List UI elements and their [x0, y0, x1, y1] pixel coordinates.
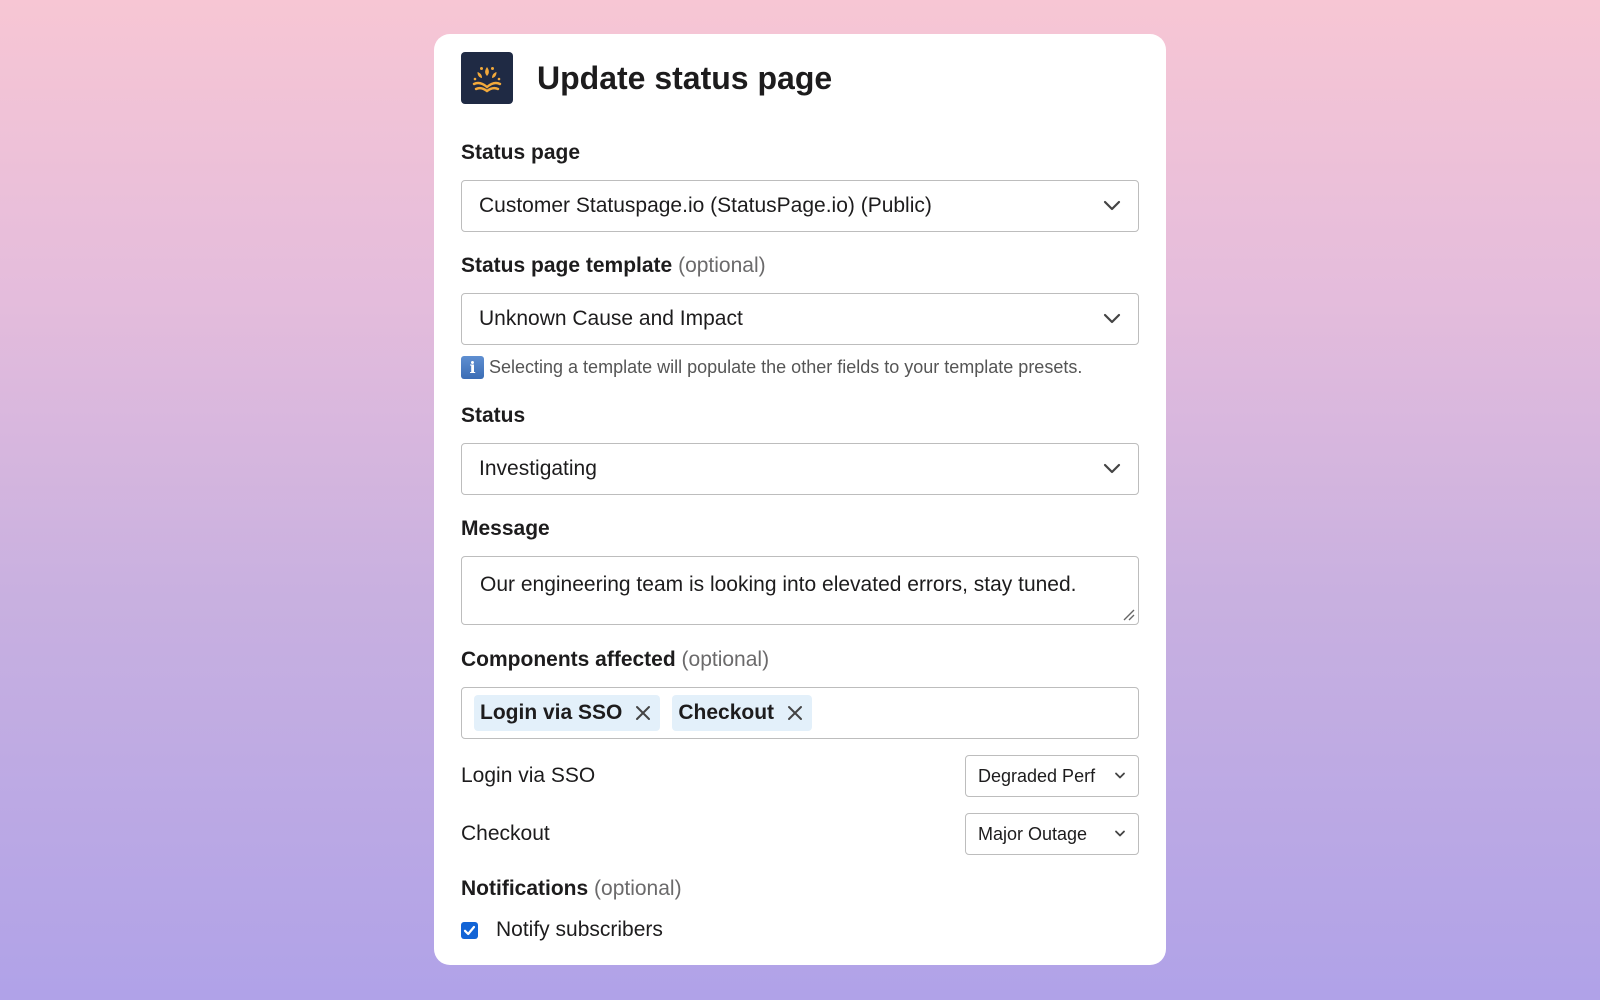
chevron-down-icon	[1115, 830, 1125, 837]
message-label-text: Message	[461, 517, 550, 540]
status-select-value: Investigating	[479, 457, 597, 480]
component-status-select[interactable]: Degraded Perf	[965, 755, 1139, 797]
chevron-down-icon	[1103, 200, 1121, 211]
info-icon: i	[461, 356, 484, 379]
checkmark-icon	[463, 925, 476, 935]
resize-grip-icon[interactable]	[1121, 607, 1135, 621]
chevron-down-icon	[1115, 772, 1125, 779]
status-page-select-value: Customer Statuspage.io (StatusPage.io) (…	[479, 194, 932, 217]
notifications-optional-tag: (optional)	[594, 877, 682, 900]
status-page-label: Status page	[461, 140, 1139, 166]
components-label: Components affected (optional)	[461, 647, 1139, 673]
component-chip-login-sso: Login via SSO	[474, 695, 661, 731]
status-label-text: Status	[461, 404, 526, 427]
chip-label: Login via SSO	[480, 701, 623, 724]
message-text: Our engineering team is looking into ele…	[480, 573, 1077, 596]
notifications-label-text: Notifications	[461, 877, 589, 900]
template-hint: i Selecting a template will populate the…	[461, 356, 1139, 379]
template-select-value: Unknown Cause and Impact	[479, 307, 743, 330]
component-row-checkout: Checkout Major Outage	[461, 813, 1139, 855]
message-label: Message	[461, 516, 1139, 542]
status-page-label-text: Status page	[461, 141, 581, 164]
status-page-select[interactable]: Customer Statuspage.io (StatusPage.io) (…	[461, 180, 1139, 232]
message-textarea[interactable]: Our engineering team is looking into ele…	[461, 556, 1139, 625]
component-status-value: Degraded Perf	[978, 765, 1096, 786]
component-row-login-sso: Login via SSO Degraded Perf	[461, 755, 1139, 797]
notify-subscribers-label: Notify subscribers	[496, 918, 663, 941]
components-optional-tag: (optional)	[681, 648, 770, 671]
component-status-value: Major Outage	[978, 823, 1088, 844]
statuspage-logo-icon	[461, 52, 513, 104]
modal-header: Update status page	[461, 52, 1139, 104]
notify-subscribers-row: Notify subscribers	[461, 918, 1139, 942]
close-icon[interactable]	[634, 704, 652, 722]
status-label: Status	[461, 403, 1139, 429]
components-label-text: Components affected	[461, 648, 676, 671]
component-chip-checkout: Checkout	[672, 695, 813, 731]
modal-title: Update status page	[537, 59, 833, 96]
chip-label: Checkout	[678, 701, 775, 724]
chevron-down-icon	[1103, 313, 1121, 324]
update-status-modal: Update status page Status page Customer …	[434, 34, 1166, 965]
template-optional-tag: (optional)	[678, 254, 766, 277]
component-name: Login via SSO	[461, 764, 596, 787]
status-select[interactable]: Investigating	[461, 443, 1139, 495]
components-multiselect[interactable]: Login via SSO Checkout	[461, 687, 1139, 739]
template-label: Status page template (optional)	[461, 253, 1139, 279]
component-name: Checkout	[461, 822, 550, 845]
notify-subscribers-checkbox[interactable]	[461, 921, 478, 939]
close-icon[interactable]	[786, 704, 804, 722]
chevron-down-icon	[1103, 463, 1121, 474]
component-status-select[interactable]: Major Outage	[965, 813, 1139, 855]
template-label-text: Status page template	[461, 254, 673, 277]
template-hint-text: Selecting a template will populate the o…	[489, 357, 1083, 377]
template-select[interactable]: Unknown Cause and Impact	[461, 293, 1139, 345]
notifications-label: Notifications (optional)	[461, 876, 1139, 902]
